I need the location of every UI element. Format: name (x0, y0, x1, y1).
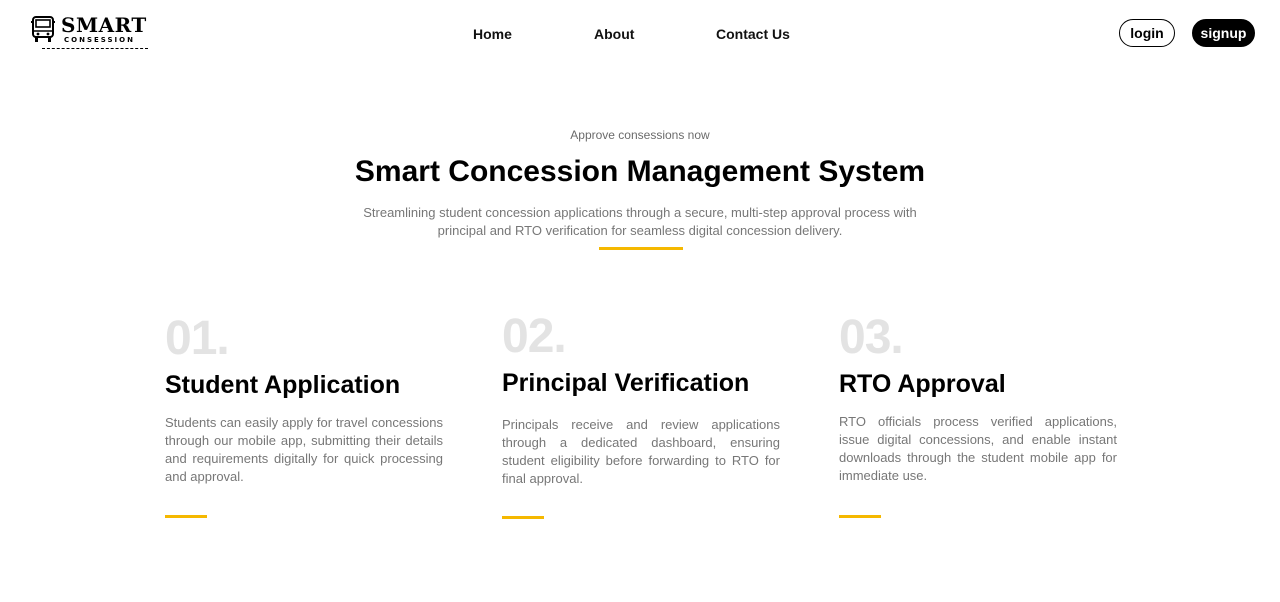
brand-logo[interactable]: SMART CONSESSION (30, 14, 152, 52)
step-accent-bar (502, 516, 544, 519)
brand-subtitle: CONSESSION (64, 36, 135, 44)
step-description: Principals receive and review applicatio… (502, 417, 780, 486)
nav-contact[interactable]: Contact Us (716, 26, 790, 42)
bus-icon (31, 16, 55, 42)
hero-eyebrow: Approve consessions now (570, 128, 710, 142)
step-principal-verification: 02. Principal Verification Principals re… (502, 310, 780, 519)
step-description: Students can easily apply for travel con… (165, 415, 443, 484)
step-number: 02. (502, 310, 567, 363)
step-accent-bar (165, 515, 207, 518)
step-number: 01. (165, 312, 230, 365)
nav-home[interactable]: Home (473, 26, 512, 42)
step-student-application: 01. Student Application Students can eas… (165, 312, 443, 518)
brand-underline (42, 48, 148, 49)
page-title: Smart Concession Management System (354, 155, 926, 188)
step-number: 03. (839, 311, 904, 364)
nav-about[interactable]: About (594, 26, 634, 42)
login-button[interactable]: login (1119, 19, 1175, 47)
step-rto-approval: 03. RTO Approval RTO officials process v… (839, 311, 1117, 518)
hero-description: Streamlining student concession applicat… (363, 205, 917, 238)
hero-accent-bar (599, 247, 683, 250)
step-title: RTO Approval (839, 370, 1006, 398)
step-title: Student Application (165, 371, 401, 399)
step-accent-bar (839, 515, 881, 518)
signup-button[interactable]: signup (1192, 19, 1255, 47)
step-description: RTO officials process verified applicati… (839, 414, 1117, 483)
step-title: Principal Verification (502, 369, 750, 397)
brand-title: SMART (61, 13, 147, 37)
